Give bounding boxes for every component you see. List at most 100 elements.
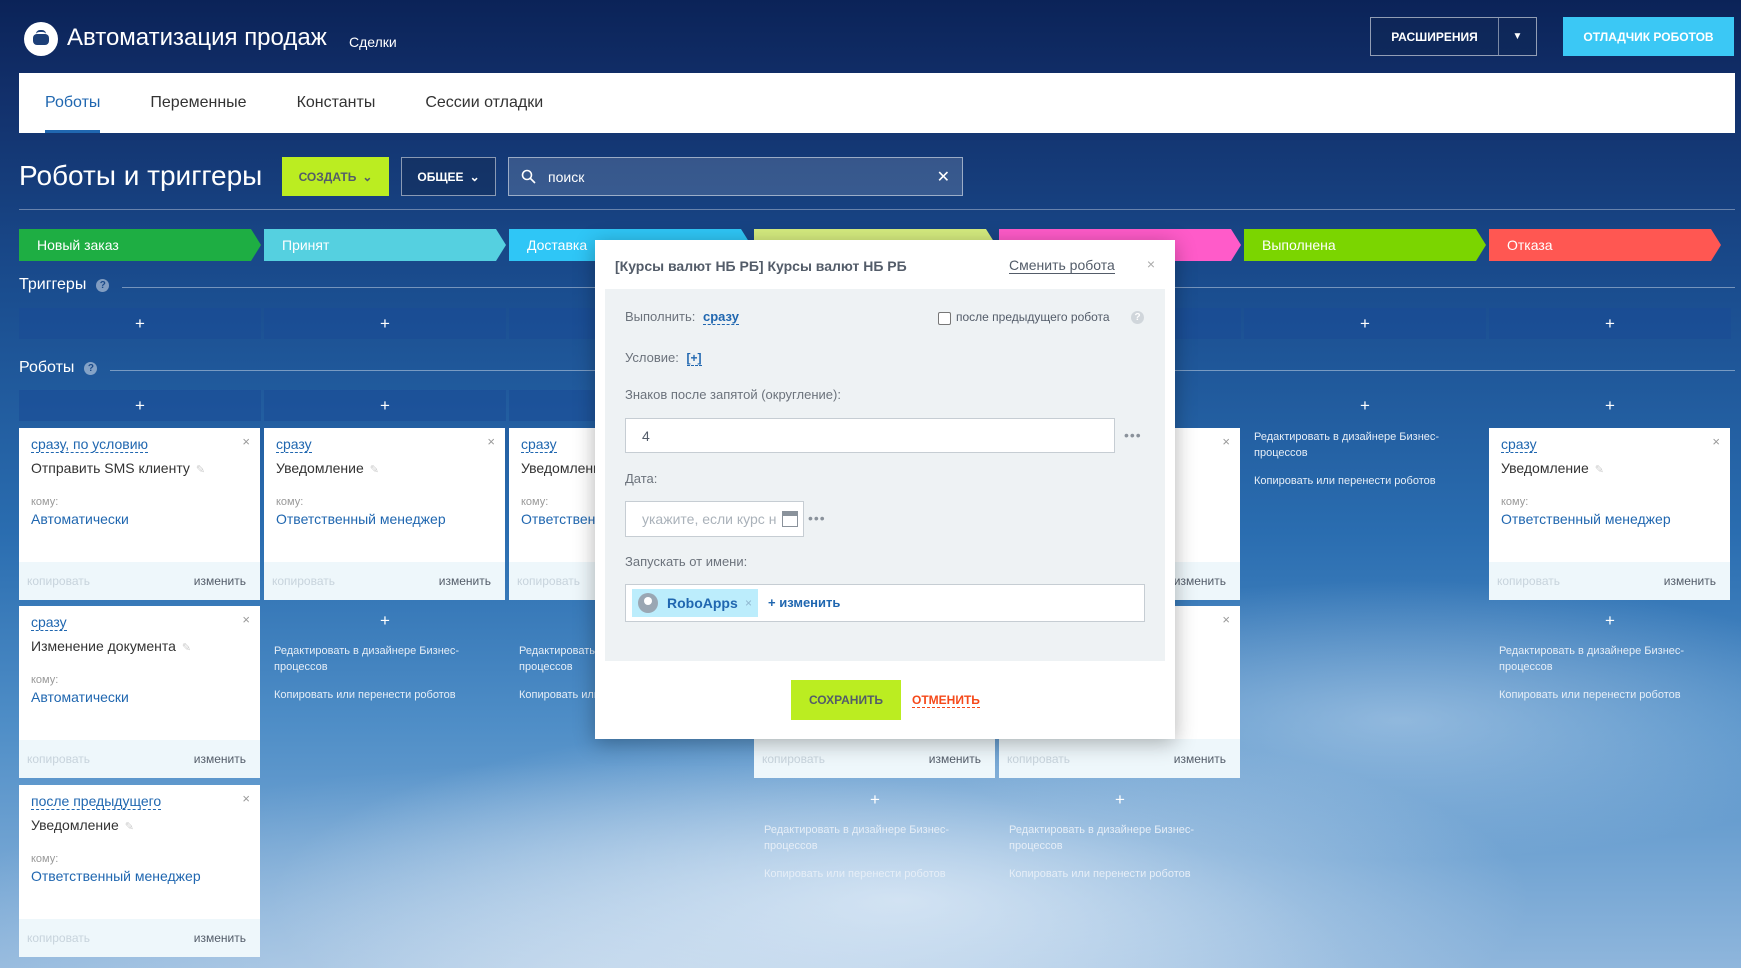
copy-move-robots-link[interactable]: Копировать или перенести роботов — [519, 687, 599, 703]
copy-button[interactable]: копировать — [762, 752, 825, 766]
add-robot-button[interactable]: + — [264, 611, 506, 631]
copy-button[interactable]: копировать — [272, 574, 335, 588]
cancel-button[interactable]: ОТМЕНИТЬ — [912, 693, 980, 708]
pencil-icon[interactable]: ✎ — [1595, 464, 1604, 476]
help-icon[interactable]: ? — [1131, 311, 1144, 324]
robot-when-link[interactable]: после предыдущего — [31, 793, 162, 810]
close-icon[interactable]: × — [242, 791, 250, 806]
to-value[interactable]: Ответственный менеджер — [276, 511, 446, 527]
help-icon[interactable]: ? — [84, 361, 98, 375]
remove-user-icon[interactable]: × — [745, 596, 752, 610]
run-as-field[interactable]: RoboApps × + изменить — [625, 584, 1145, 622]
edit-in-designer-link[interactable]: Редактировать в дизайнере Бизнес-процесс… — [1009, 822, 1239, 854]
change-user-link[interactable]: + изменить — [768, 595, 840, 610]
edit-button[interactable]: изменить — [194, 752, 246, 766]
stage-refusal[interactable]: Отказа — [1489, 229, 1721, 261]
to-value[interactable]: Автоматически — [31, 689, 129, 705]
copy-move-robots-link[interactable]: Копировать или перенести роботов — [274, 687, 504, 703]
to-value[interactable]: Автоматически — [31, 511, 129, 527]
edit-in-designer-link[interactable]: Редактировать в дизайнере Бизнес-процесс… — [764, 822, 994, 854]
date-input[interactable]: укажите, если курс н — [625, 501, 804, 537]
edit-in-designer-link[interactable]: Редактировать в дизайнере Бизнес-процесс… — [519, 643, 599, 675]
close-icon[interactable]: × — [1222, 434, 1230, 449]
close-icon[interactable]: × — [1222, 612, 1230, 627]
decimals-input[interactable]: 4 — [625, 418, 1115, 453]
tab-debug-sessions[interactable]: Сессии отладки — [425, 73, 543, 133]
pencil-icon[interactable]: ✎ — [182, 642, 191, 654]
search-input[interactable]: поиск ✕ — [508, 157, 963, 196]
edit-in-designer-link[interactable]: Редактировать в дизайнере Бизнес-процесс… — [1254, 429, 1484, 461]
condition-add-link[interactable]: [+] — [686, 351, 702, 366]
general-button[interactable]: ОБЩЕЕ ⌄ — [401, 157, 496, 196]
help-icon[interactable]: ? — [96, 278, 110, 292]
extensions-button[interactable]: РАСШИРЕНИЯ ▼ — [1370, 17, 1537, 56]
robot-when-link[interactable]: сразу — [521, 436, 557, 453]
edit-button[interactable]: изменить — [1664, 574, 1716, 588]
close-icon[interactable]: × — [487, 434, 495, 449]
tab-robots[interactable]: Роботы — [45, 73, 101, 133]
add-robot-button[interactable]: + — [264, 390, 506, 421]
copy-button[interactable]: копировать — [517, 574, 580, 588]
edit-button[interactable]: изменить — [1172, 562, 1240, 600]
add-robot-button[interactable]: + — [19, 390, 261, 421]
add-robot-button[interactable]: + — [754, 790, 996, 810]
edit-button[interactable]: изменить — [194, 574, 246, 588]
copy-button[interactable]: копировать — [27, 931, 90, 945]
insert-value-icon[interactable]: ••• — [1124, 427, 1142, 443]
save-button[interactable]: СОХРАНИТЬ — [791, 680, 901, 720]
copy-move-robots-link[interactable]: Копировать или перенести роботов — [764, 866, 994, 882]
robot-card[interactable]: сразу, по условию × Отправить SMS клиент… — [19, 428, 260, 600]
to-value[interactable]: Ответственный менеджер — [31, 868, 201, 884]
add-trigger-button[interactable]: + — [1244, 308, 1486, 339]
robot-card[interactable]: сразу × Уведомление ✎ кому: Ответственный… — [264, 428, 505, 600]
edit-button[interactable]: изменить — [194, 931, 246, 945]
copy-button[interactable]: копировать — [27, 574, 90, 588]
robot-card[interactable]: сразу × Уведомление ✎ кому: Ответственный… — [1489, 428, 1730, 600]
stage-new-order[interactable]: Новый заказ — [19, 229, 261, 261]
pencil-icon[interactable]: ✎ — [370, 464, 379, 476]
close-icon[interactable]: × — [1712, 434, 1720, 449]
add-robot-button[interactable]: + — [1489, 611, 1731, 631]
after-previous-checkbox[interactable] — [938, 312, 951, 325]
calendar-icon[interactable] — [782, 511, 798, 527]
add-trigger-button[interactable]: + — [264, 308, 506, 339]
robot-when-link[interactable]: сразу — [31, 614, 67, 631]
tab-constants[interactable]: Константы — [297, 73, 376, 133]
close-icon[interactable]: × — [1147, 256, 1155, 272]
to-value[interactable]: Ответственный менеджер — [1501, 511, 1671, 527]
robot-debugger-button[interactable]: ОТЛАДЧИК РОБОТОВ — [1563, 17, 1734, 56]
edit-button[interactable]: изменить — [929, 752, 981, 766]
add-robot-button[interactable]: + — [999, 790, 1241, 810]
robot-card[interactable]: сразу × Изменение документа ✎ кому: Автом… — [19, 606, 260, 778]
edit-button[interactable]: изменить — [1174, 752, 1226, 766]
edit-in-designer-link[interactable]: Редактировать в дизайнере Бизнес-процесс… — [1499, 643, 1729, 675]
tab-variables[interactable]: Переменные — [150, 73, 246, 133]
robot-card[interactable]: после предыдущего × Уведомление ✎ кому: О… — [19, 785, 260, 957]
copy-move-robots-link[interactable]: Копировать или перенести роботов — [1254, 473, 1484, 489]
close-icon[interactable]: × — [242, 612, 250, 627]
add-trigger-button[interactable]: + — [1489, 308, 1731, 339]
pencil-icon[interactable]: ✎ — [196, 464, 205, 476]
change-robot-link[interactable]: Сменить робота — [1009, 257, 1115, 274]
pencil-icon[interactable]: ✎ — [125, 821, 134, 833]
robot-when-link[interactable]: сразу — [1501, 436, 1537, 453]
robot-when-link[interactable]: сразу, по условию — [31, 436, 149, 453]
run-value-link[interactable]: сразу — [703, 309, 739, 325]
edit-in-designer-link[interactable]: Редактировать в дизайнере Бизнес-процесс… — [274, 643, 504, 675]
copy-move-robots-link[interactable]: Копировать или перенести роботов — [1499, 687, 1729, 703]
robot-when-link[interactable]: сразу — [276, 436, 312, 453]
add-robot-button[interactable]: + — [1244, 396, 1486, 416]
create-button[interactable]: СОЗДАТЬ ⌄ — [282, 157, 389, 196]
clear-search-icon[interactable]: ✕ — [937, 167, 950, 187]
robot-card[interactable]: × изменить — [1172, 428, 1240, 600]
to-value[interactable]: Ответствен — [521, 511, 595, 527]
copy-button[interactable]: копировать — [1007, 752, 1070, 766]
close-icon[interactable]: × — [242, 434, 250, 449]
add-trigger-button[interactable]: + — [19, 308, 261, 339]
copy-move-robots-link[interactable]: Копировать или перенести роботов — [1009, 866, 1239, 882]
stage-accepted[interactable]: Принят — [264, 229, 506, 261]
insert-value-icon[interactable]: ••• — [808, 510, 826, 526]
add-robot-button[interactable]: + — [1489, 396, 1731, 416]
chevron-down-icon[interactable]: ▼ — [1498, 18, 1536, 55]
copy-button[interactable]: копировать — [27, 752, 90, 766]
